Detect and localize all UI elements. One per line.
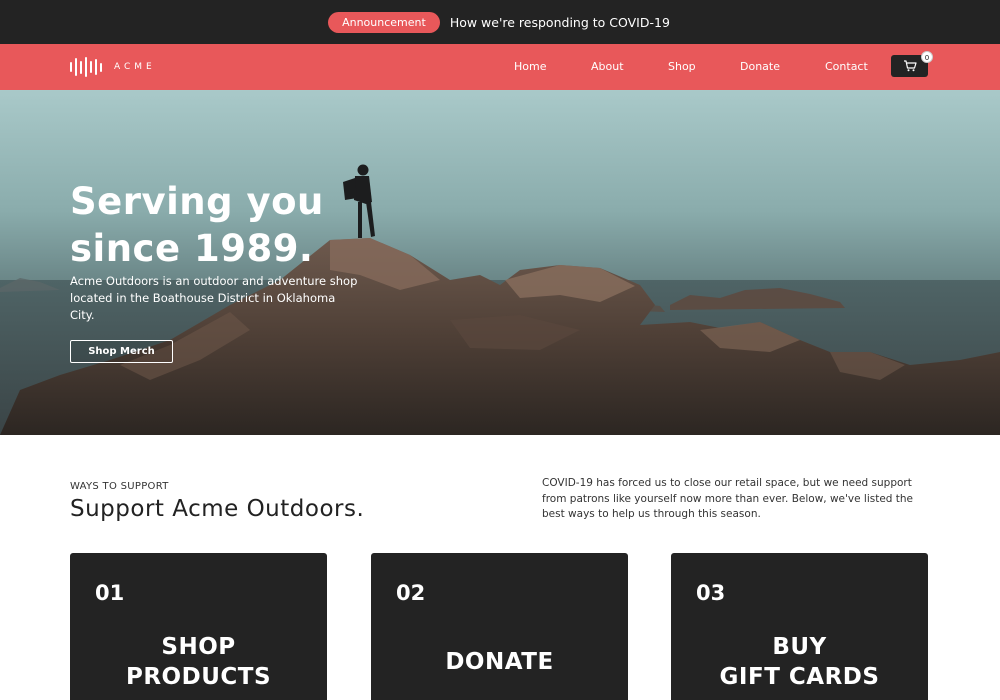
shop-merch-button[interactable]: Shop Merch bbox=[70, 340, 173, 363]
announcement-bar: Announcement How we're responding to COV… bbox=[0, 0, 1000, 44]
support-title: Support Acme Outdoors. bbox=[70, 496, 365, 522]
nav-donate[interactable]: Donate bbox=[740, 60, 780, 73]
card-title: DONATE bbox=[445, 649, 554, 675]
support-eyebrow: WAYS TO SUPPORT bbox=[70, 481, 169, 492]
card-number: 02 bbox=[396, 581, 426, 605]
card-buy-gift-cards[interactable]: 03 BUY GIFT CARDS bbox=[671, 553, 928, 700]
support-description: COVID-19 has forced us to close our reta… bbox=[542, 477, 914, 520]
nav-shop[interactable]: Shop bbox=[668, 60, 696, 73]
nav-home[interactable]: Home bbox=[514, 60, 546, 73]
cart-icon bbox=[903, 60, 917, 72]
card-title: SHOP PRODUCTS bbox=[125, 634, 272, 690]
card-title: BUY GIFT CARDS bbox=[719, 634, 880, 690]
announcement-pill[interactable]: Announcement bbox=[328, 11, 440, 33]
hero-description: Acme Outdoors is an outdoor and adventur… bbox=[70, 274, 358, 322]
nav-contact[interactable]: Contact bbox=[825, 60, 868, 73]
logo[interactable]: ACME bbox=[70, 57, 156, 77]
cart-count-badge: 0 bbox=[921, 51, 933, 63]
card-number: 03 bbox=[696, 581, 726, 605]
navbar: ACME Home About Shop Donate Contact bbox=[0, 44, 1000, 90]
nav-about[interactable]: About bbox=[591, 60, 624, 73]
card-donate[interactable]: 02 DONATE bbox=[371, 553, 628, 700]
logo-bars-icon bbox=[70, 57, 102, 77]
card-number: 01 bbox=[95, 581, 125, 605]
card-shop-products[interactable]: 01 SHOP PRODUCTS bbox=[70, 553, 327, 700]
announcement-link[interactable]: How we're responding to COVID-19 bbox=[450, 15, 670, 30]
hero-title: Serving you since 1989. bbox=[70, 180, 324, 270]
hero-banner: Serving you since 1989. Acme Outdoors is… bbox=[0, 90, 1000, 435]
logo-text: ACME bbox=[114, 62, 156, 72]
